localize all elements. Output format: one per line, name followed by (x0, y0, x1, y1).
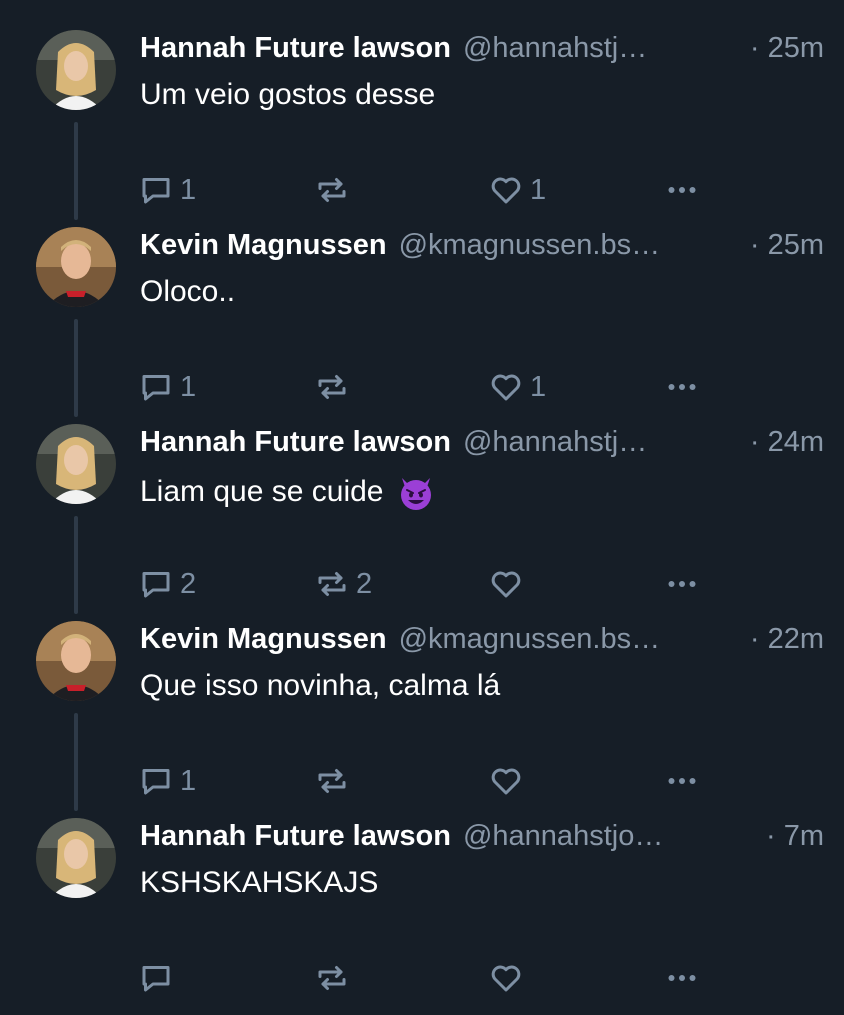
thread-line (74, 319, 78, 417)
post[interactable]: Kevin Magnussen @kmagnussen.bs… · 22m Qu… (0, 621, 844, 818)
author-name[interactable]: Kevin Magnussen (140, 229, 387, 262)
post-text: Um veio gostos desse (140, 78, 435, 112)
post-text: Oloco.. (140, 275, 235, 309)
more-button[interactable] (664, 761, 700, 801)
reply-icon (142, 966, 170, 992)
repost-icon (318, 178, 346, 202)
avatar[interactable] (36, 227, 116, 307)
like-button[interactable]: 1 (488, 367, 546, 407)
author-name[interactable]: Hannah Future lawson (140, 820, 451, 853)
author-handle[interactable]: @hannahstj… (463, 426, 740, 459)
post-actions: 1 1 (138, 170, 708, 210)
more-icon (668, 384, 696, 390)
post-text: Liam que se cuide (140, 472, 436, 512)
post-text-content: Um veio gostos desse (140, 78, 436, 111)
heart-icon (491, 965, 521, 992)
more-button[interactable] (664, 170, 700, 210)
reply-button[interactable]: 1 (138, 761, 196, 801)
post-text: Que isso novinha, calma lá (140, 669, 500, 703)
more-button[interactable] (664, 958, 700, 998)
timestamp[interactable]: · 25m (750, 32, 824, 65)
like-button[interactable] (488, 761, 530, 801)
more-button[interactable] (664, 564, 700, 604)
like-count: 1 (530, 173, 547, 206)
avatar[interactable] (36, 30, 116, 110)
post[interactable]: Hannah Future lawson @hannahstj… · 25m U… (0, 30, 844, 227)
more-icon (668, 187, 696, 193)
reply-button[interactable]: 1 (138, 170, 196, 210)
avatar[interactable] (36, 818, 116, 898)
post-text-content: Liam que se cuide (140, 475, 384, 508)
author-name[interactable]: Hannah Future lawson (140, 426, 451, 459)
repost-button[interactable] (314, 958, 356, 998)
like-button[interactable] (488, 958, 530, 998)
repost-button[interactable] (314, 170, 356, 210)
avatar[interactable] (36, 621, 116, 701)
post-header: Kevin Magnussen @kmagnussen.bs… · 25m (140, 229, 824, 269)
reply-count: 1 (180, 370, 197, 403)
reply-icon (142, 572, 170, 598)
post-header: Hannah Future lawson @hannahstj… · 24m (140, 426, 824, 466)
post-header: Hannah Future lawson @hannahstj… · 25m (140, 32, 824, 72)
repost-icon (318, 769, 346, 793)
reply-count: 1 (180, 764, 197, 797)
post-actions (138, 958, 708, 998)
author-handle[interactable]: @hannahstjo… (463, 820, 756, 853)
reply-icon (142, 769, 170, 795)
reply-button[interactable] (138, 958, 180, 998)
reply-count: 2 (180, 567, 197, 600)
more-icon (668, 581, 696, 587)
more-icon (668, 778, 696, 784)
smiling-devil-emoji-icon (400, 478, 431, 510)
like-count: 1 (530, 370, 547, 403)
heart-icon (491, 571, 521, 598)
avatar[interactable] (36, 424, 116, 504)
author-name[interactable]: Hannah Future lawson (140, 32, 451, 65)
post-header: Kevin Magnussen @kmagnussen.bs… · 22m (140, 623, 824, 663)
post[interactable]: Kevin Magnussen @kmagnussen.bs… · 25m Ol… (0, 227, 844, 424)
author-name[interactable]: Kevin Magnussen (140, 623, 387, 656)
thread-line (74, 713, 78, 811)
repost-icon (318, 966, 346, 990)
heart-icon (491, 768, 521, 795)
repost-button[interactable]: 2 (314, 564, 372, 604)
timestamp[interactable]: · 24m (750, 426, 824, 459)
post-header: Hannah Future lawson @hannahstjo… · 7m (140, 820, 824, 860)
reply-icon (142, 375, 170, 401)
post-text: KSHSKAHSKAJS (140, 866, 378, 900)
repost-button[interactable] (314, 761, 356, 801)
post-text-content: Que isso novinha, calma lá (140, 669, 501, 702)
post-actions: 1 (138, 761, 708, 801)
post[interactable]: Hannah Future lawson @hannahstjo… · 7m K… (0, 818, 844, 1015)
reply-button[interactable]: 1 (138, 367, 196, 407)
repost-count: 2 (356, 567, 373, 600)
heart-icon (491, 177, 521, 204)
post-actions: 2 2 (138, 564, 708, 604)
reply-count: 1 (180, 173, 197, 206)
author-handle[interactable]: @kmagnussen.bs… (399, 229, 740, 262)
more-button[interactable] (664, 367, 700, 407)
reply-button[interactable]: 2 (138, 564, 196, 604)
thread: Hannah Future lawson @hannahstj… · 25m U… (0, 0, 844, 1000)
repost-icon (318, 572, 346, 596)
post-text-content: Oloco.. (140, 275, 236, 308)
like-button[interactable]: 1 (488, 170, 546, 210)
repost-icon (318, 375, 346, 399)
reply-icon (142, 178, 170, 204)
like-button[interactable] (488, 564, 530, 604)
thread-line (74, 516, 78, 614)
post-actions: 1 1 (138, 367, 708, 407)
more-icon (668, 975, 696, 981)
post[interactable]: Hannah Future lawson @hannahstj… · 24m L… (0, 424, 844, 621)
author-handle[interactable]: @hannahstj… (463, 32, 740, 65)
repost-button[interactable] (314, 367, 356, 407)
timestamp[interactable]: · 7m (766, 820, 824, 853)
author-handle[interactable]: @kmagnussen.bs… (399, 623, 740, 656)
timestamp[interactable]: · 25m (750, 229, 824, 262)
post-text-content: KSHSKAHSKAJS (140, 866, 379, 899)
thread-line (74, 122, 78, 220)
heart-icon (491, 374, 521, 401)
timestamp[interactable]: · 22m (750, 623, 824, 656)
